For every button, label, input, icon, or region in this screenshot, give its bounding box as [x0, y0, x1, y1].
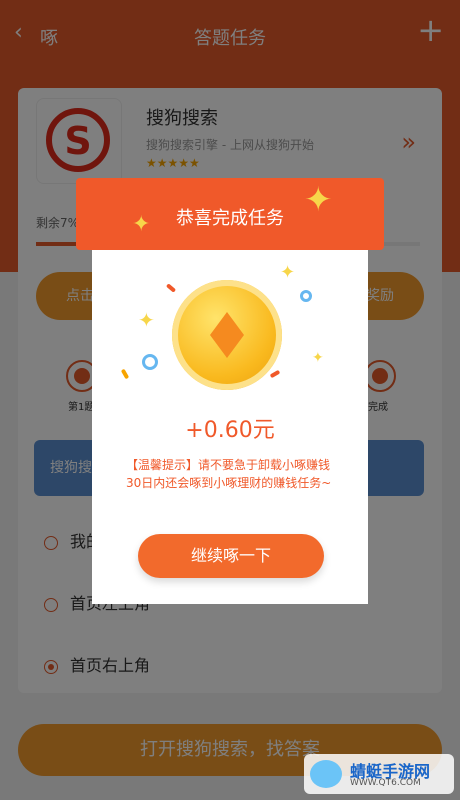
watermark-url: WWW.QT6.COM [350, 778, 421, 788]
continue-button[interactable]: 继续啄一下 [138, 534, 324, 578]
coin-icon [172, 280, 282, 390]
ring-decoration [142, 354, 158, 370]
dragonfly-icon [310, 760, 342, 788]
sparkle-icon: ✦ [280, 262, 296, 283]
modal-header: 恭喜完成任务 [76, 178, 384, 250]
reward-amount: +0.60元 [185, 418, 275, 443]
watermark: 蜻蜓手游网 WWW.QT6.COM [304, 754, 454, 794]
coin-mark [210, 312, 244, 358]
tips-text: 【温馨提示】请不要急于卸载小啄赚钱30日内还会啄到小啄理财的赚钱任务~ [126, 458, 332, 490]
sparkle-icon: ✦ [312, 350, 324, 366]
modal-title: 恭喜完成任务 [176, 208, 284, 229]
ring-decoration [300, 290, 312, 302]
sparkle-icon: ✦ [304, 180, 333, 220]
sparkle-icon: ✦ [138, 308, 155, 332]
sparkle-icon: ✦ [132, 212, 151, 237]
